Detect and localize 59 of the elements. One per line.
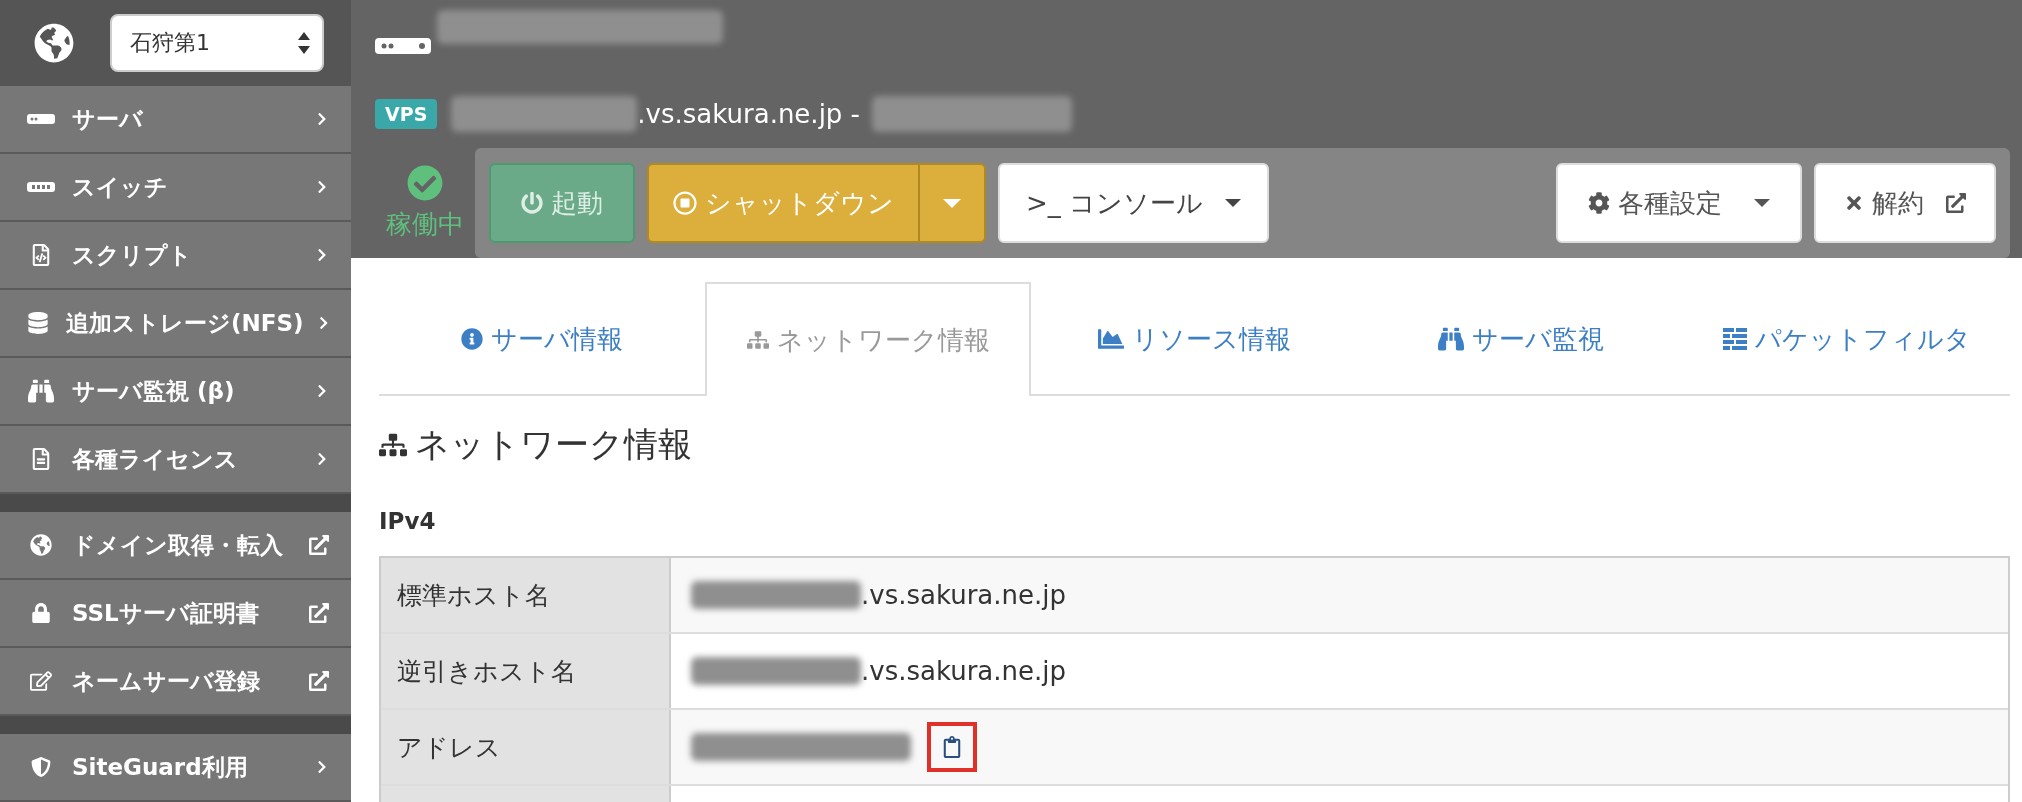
hostname-text: .vs.sakura.ne.jp bbox=[861, 656, 1067, 686]
caret-icon bbox=[943, 198, 961, 208]
server-icon bbox=[375, 38, 431, 54]
sidebar-item[interactable]: サーバ bbox=[0, 86, 351, 154]
sidebar-item[interactable]: SiteGuard利用 bbox=[0, 734, 351, 802]
caret-icon bbox=[1225, 199, 1242, 207]
tab[interactable]: ネットワーク情報 bbox=[705, 282, 1032, 396]
sidebar-item[interactable]: ドメイン取得・転入 bbox=[0, 512, 351, 580]
table-header-cell: 逆引きホスト名 bbox=[381, 634, 671, 708]
binoculars-icon bbox=[28, 378, 54, 404]
sidebar-item[interactable]: スイッチ bbox=[0, 154, 351, 222]
section-title-text: ネットワーク情報 bbox=[415, 423, 692, 466]
hostname-text: .vs.sakura.ne.jp bbox=[861, 580, 1067, 610]
shield-icon bbox=[31, 757, 51, 777]
external-link-icon bbox=[309, 535, 329, 555]
document-icon bbox=[30, 448, 52, 470]
sidebar-item[interactable]: 各種ライセンス bbox=[0, 426, 351, 494]
sidebar-item[interactable]: SSLサーバ証明書 bbox=[0, 580, 351, 648]
switch-icon bbox=[27, 182, 55, 192]
edit-icon bbox=[30, 670, 52, 692]
area-chart-icon bbox=[1098, 326, 1124, 352]
code-file-icon bbox=[30, 244, 52, 266]
sitemap-icon bbox=[379, 431, 407, 459]
sort-arrows-icon bbox=[298, 32, 310, 54]
binoculars-icon bbox=[1437, 326, 1464, 352]
status-label: 稼働中 bbox=[386, 207, 464, 241]
close-icon bbox=[1844, 193, 1864, 213]
table-header-cell: 標準ホスト名 bbox=[381, 558, 671, 632]
sidebar-item[interactable]: 追加ストレージ(NFS) bbox=[0, 290, 351, 358]
server-icon bbox=[27, 114, 55, 124]
brick-wall-icon bbox=[1722, 328, 1747, 350]
chevron-right-icon bbox=[317, 316, 329, 330]
settings-icon bbox=[1588, 192, 1610, 214]
external-link-icon bbox=[309, 603, 329, 623]
clipboard-icon bbox=[941, 736, 963, 758]
sitemap-icon bbox=[746, 329, 769, 351]
subsection-title: IPv4 bbox=[379, 508, 437, 534]
dropdown-toggle[interactable] bbox=[918, 163, 986, 243]
caret-icon bbox=[1754, 199, 1770, 207]
sidebar-item[interactable]: サーバ監視 (β) bbox=[0, 358, 351, 426]
stop-icon bbox=[673, 191, 697, 215]
globe-icon bbox=[34, 23, 74, 63]
info-icon bbox=[461, 328, 484, 350]
console-button[interactable]: >_ コンソール bbox=[998, 163, 1270, 243]
globe-icon bbox=[30, 534, 52, 556]
external-link-icon bbox=[309, 671, 329, 691]
table-header-cell: アドレス bbox=[381, 710, 671, 784]
settings-button[interactable]: 各種設定 bbox=[1556, 163, 1802, 243]
copy-button[interactable] bbox=[927, 722, 977, 772]
lock-icon bbox=[31, 603, 51, 623]
region-select[interactable]: 石狩第1 bbox=[110, 14, 324, 72]
vps-badge: VPS bbox=[375, 99, 438, 129]
hostname-text: .vs.sakura.ne.jp - bbox=[637, 99, 860, 129]
sidebar-item[interactable]: スクリプト bbox=[0, 222, 351, 290]
database-icon bbox=[26, 312, 49, 334]
cancel-contract-button[interactable]: 解約 bbox=[1814, 163, 1996, 243]
sidebar-item[interactable]: ネームサーバ登録 bbox=[0, 648, 351, 716]
external-link-icon bbox=[1946, 193, 1966, 213]
power-icon bbox=[521, 192, 543, 214]
